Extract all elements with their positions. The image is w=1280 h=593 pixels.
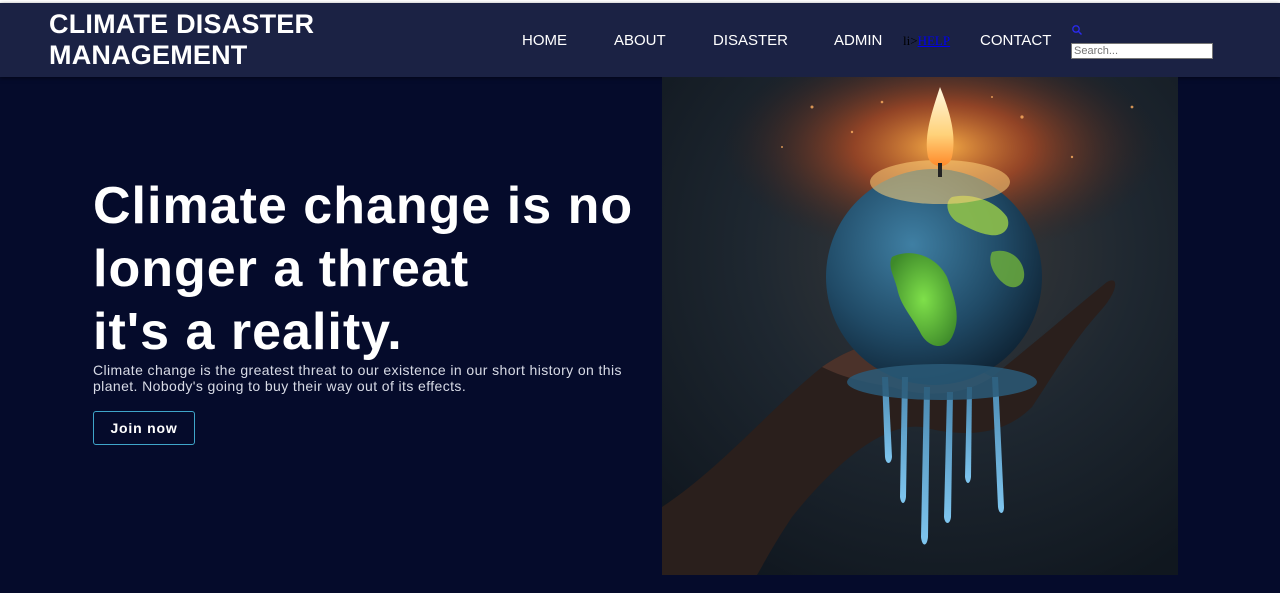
nav-help-link[interactable]: HELP [918,33,951,48]
nav-disaster-link[interactable]: DISASTER [713,32,788,50]
nav-help-stray-markup: li> [903,33,918,48]
site-header: CLIMATE DISASTER MANAGEMENT HOME ABOUT D… [0,3,1280,77]
join-now-button[interactable]: Join now [93,411,195,445]
nav-about-link[interactable]: ABOUT [614,32,666,50]
hero-heading-line2: longer a threat [93,240,470,298]
hero-description: Climate change is the greatest threat to… [93,362,622,394]
hero-heading: Climate change is no longer a threat it'… [93,175,693,364]
hero-heading-line1: Climate change is no [93,177,634,235]
page: CLIMATE DISASTER MANAGEMENT HOME ABOUT D… [0,0,1280,593]
search-icon[interactable] [1071,23,1083,35]
nav-admin-link[interactable]: ADMIN [834,32,882,50]
search-input[interactable] [1071,43,1213,59]
nav-help-item: li>HELP [903,33,950,49]
nav-home-link[interactable]: HOME [522,32,567,50]
site-title-line1: CLIMATE DISASTER [49,9,315,39]
hero-image [662,77,1178,575]
site-title[interactable]: CLIMATE DISASTER MANAGEMENT [49,9,369,71]
nav-contact-link[interactable]: CONTACT [980,32,1051,50]
hero-heading-line3: it's a reality. [93,303,403,361]
site-title-line2: MANAGEMENT [49,40,248,70]
